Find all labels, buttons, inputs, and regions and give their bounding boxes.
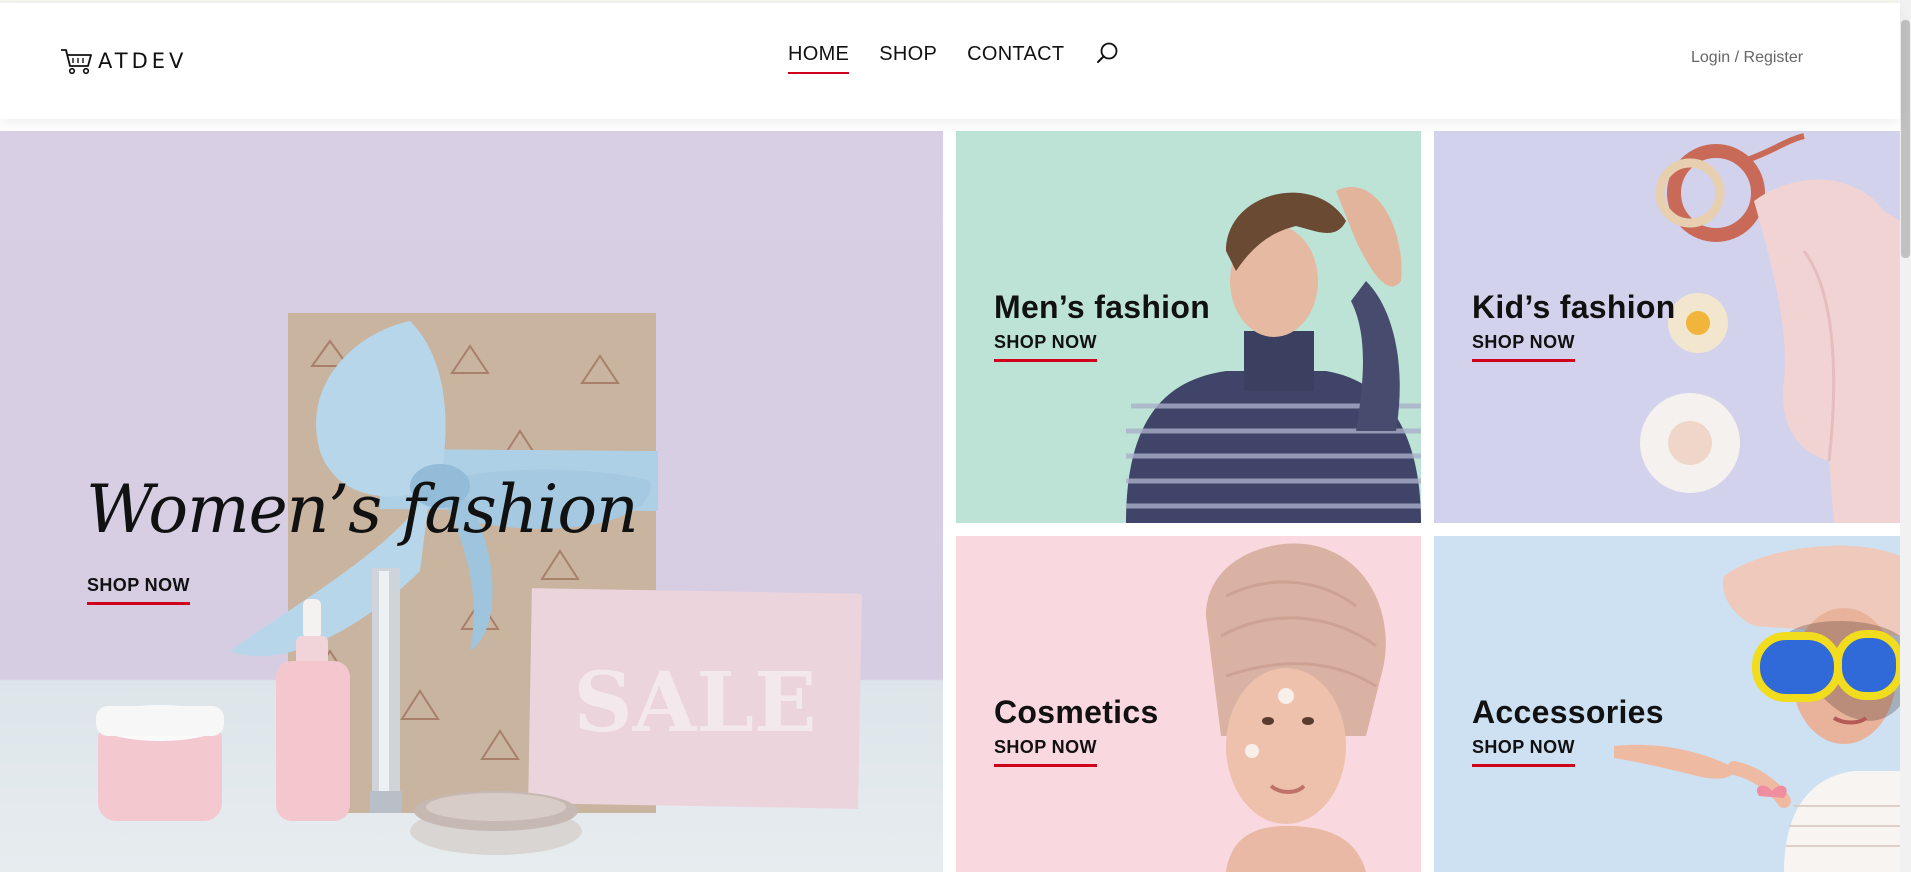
shop-now-link[interactable]: SHOP NOW: [1472, 332, 1575, 362]
auth-links: Login / Register: [1691, 49, 1803, 67]
hero-banner-women[interactable]: SALE Women’s fashion SHOP NOW: [0, 131, 943, 872]
category-card-accessories[interactable]: Accessories SHOP NOW: [1434, 536, 1900, 872]
hero-shop-now[interactable]: SHOP NOW: [87, 575, 190, 605]
category-cta-cosmetics[interactable]: SHOP NOW: [994, 737, 1097, 767]
shop-now-link[interactable]: SHOP NOW: [1472, 737, 1575, 767]
category-card-kids[interactable]: Kid’s fashion SHOP NOW: [1434, 131, 1900, 523]
category-cta-men[interactable]: SHOP NOW: [994, 332, 1097, 362]
category-title-kids: Kid’s fashion: [1472, 289, 1676, 325]
category-title-men: Men’s fashion: [994, 289, 1211, 325]
nav-home[interactable]: HOME: [788, 43, 850, 74]
brand-name: ATDEV: [98, 49, 188, 73]
brand-logo[interactable]: ATDEV: [60, 46, 187, 76]
site-header: ATDEV HOME SHOP CONTACT Login / Register: [0, 3, 1900, 119]
scrollbar-thumb[interactable]: [1901, 20, 1910, 258]
man-in-sweater-photo: [1126, 187, 1421, 523]
category-card-men[interactable]: Men’s fashion SHOP NOW: [956, 131, 1421, 523]
sale-card-text: SALE: [574, 655, 817, 751]
category-cta-accessories[interactable]: SHOP NOW: [1472, 737, 1575, 767]
shop-now-link[interactable]: SHOP NOW: [994, 737, 1097, 767]
kids-items-photo: [1640, 133, 1900, 523]
register-link[interactable]: Register: [1744, 49, 1804, 66]
nav-contact[interactable]: CONTACT: [967, 43, 1064, 72]
auth-separator: /: [1734, 49, 1740, 66]
category-title-cosmetics: Cosmetics: [994, 694, 1159, 730]
main-nav: HOME SHOP CONTACT: [788, 40, 1122, 74]
shopping-cart-icon: [61, 49, 92, 75]
shop-now-link[interactable]: SHOP NOW: [87, 575, 190, 605]
shop-now-link[interactable]: SHOP NOW: [994, 332, 1097, 362]
page-scrollbar[interactable]: [1900, 0, 1911, 872]
nav-shop[interactable]: SHOP: [879, 43, 937, 72]
category-card-cosmetics[interactable]: Cosmetics SHOP NOW: [956, 536, 1421, 872]
hero-title: Women’s fashion: [86, 471, 639, 548]
category-cta-kids[interactable]: SHOP NOW: [1472, 332, 1575, 362]
search-icon[interactable]: [1094, 40, 1122, 68]
login-link[interactable]: Login: [1691, 49, 1730, 66]
category-title-accessories: Accessories: [1472, 694, 1664, 730]
